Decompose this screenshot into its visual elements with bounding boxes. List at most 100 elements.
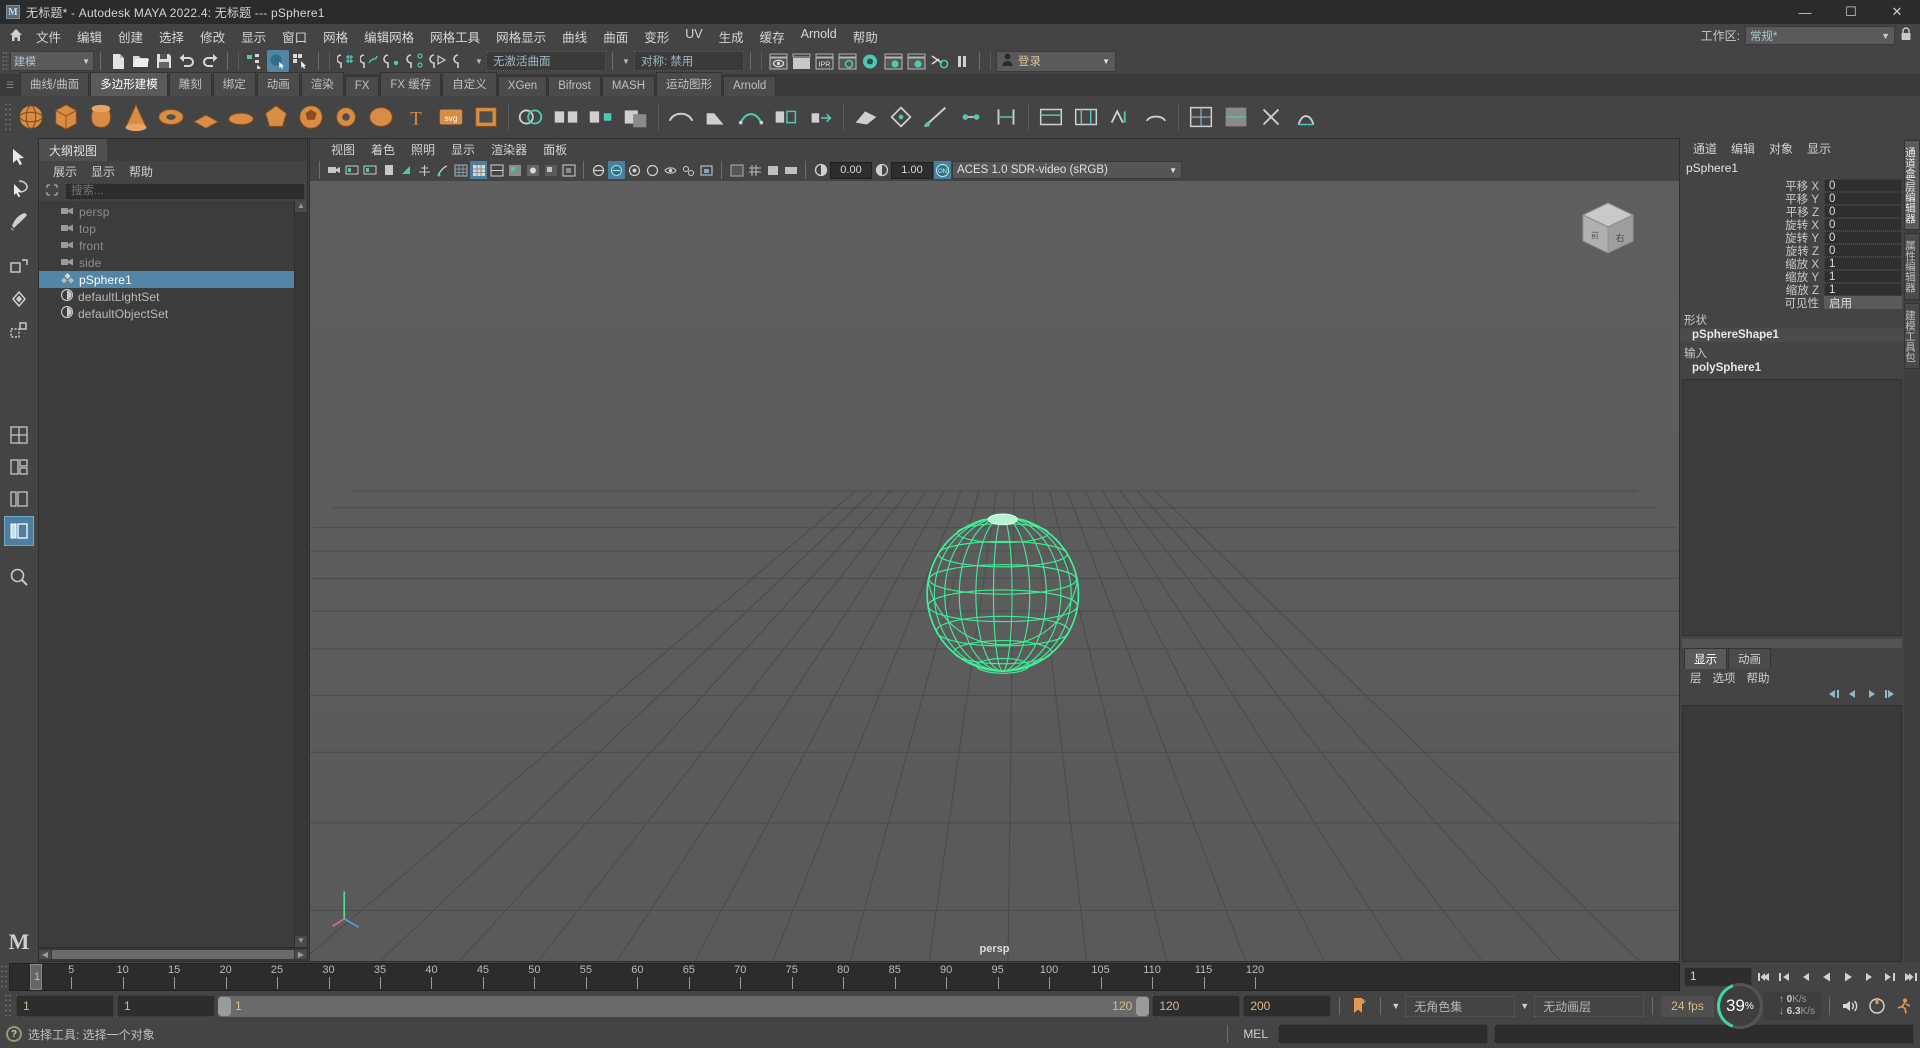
scale-tool[interactable] [4,316,34,346]
exposure-icon[interactable] [812,161,829,179]
menu-修改[interactable]: 修改 [192,24,233,49]
menu-变形[interactable]: 变形 [636,24,677,49]
channel-value[interactable]: 0 [1824,192,1902,205]
outliner-item-persp[interactable]: persp [39,203,294,220]
shelf-grip[interactable]: ☰ [6,80,18,91]
layer-list[interactable] [1682,705,1902,962]
run-up-icon[interactable] [1892,996,1916,1016]
viewport-toolbar-divider[interactable] [580,160,587,180]
range-start-handle[interactable] [218,996,231,1016]
channel-value[interactable]: 1 [1824,257,1902,270]
shelf-icon-multi-cut[interactable] [920,101,952,133]
lasso-select-tool[interactable] [4,174,34,204]
shelf-icon-poly-pipe[interactable] [470,101,502,133]
exposure-value[interactable]: 0.00 [830,161,872,179]
select-hierarchy-icon[interactable] [244,50,266,72]
shelf-icon-poly-cylinder[interactable] [85,101,117,133]
range-slider-grip[interactable] [4,993,13,1019]
scroll-right-icon[interactable]: ▶ [295,950,307,959]
menu-网格[interactable]: 网格 [315,24,356,49]
shelf-icon-separate[interactable] [550,101,582,133]
snap-view-plane-icon[interactable] [427,50,449,72]
animation-end-time-field[interactable]: 200 [1243,995,1332,1017]
layout-single-icon[interactable] [4,420,34,450]
viewport-menu-着色[interactable]: 着色 [364,140,402,159]
gamma-value[interactable]: 1.00 [891,161,933,179]
shelf-icon-crease[interactable] [1140,101,1172,133]
shelf-icon-append-poly[interactable] [770,101,802,133]
home-icon[interactable] [4,28,28,45]
move-tool[interactable] [4,252,34,282]
shelf-icon-poly-super-ellipse[interactable] [365,101,397,133]
anti-alias-icon[interactable] [608,161,625,179]
scroll-left-icon[interactable]: ◀ [39,950,51,959]
viewport-menu-视图[interactable]: 视图 [324,140,362,159]
shaded-wire-icon[interactable] [488,161,505,179]
outliner-item-side[interactable]: side [39,254,294,271]
layer-menu-帮助[interactable]: 帮助 [1743,670,1774,686]
screen-space-ao-icon[interactable] [560,161,577,179]
grid-toggle-icon[interactable] [416,161,433,179]
shelf-tab-曲线/曲面[interactable]: 曲线/曲面 [20,72,90,96]
channel-value[interactable]: 启用 [1824,296,1902,310]
depth-of-field-icon[interactable] [644,161,661,179]
rotate-tool[interactable] [4,284,34,314]
play-forwards-icon[interactable] [1838,967,1857,987]
open-file-icon[interactable] [130,50,152,72]
select-object-icon[interactable] [267,50,289,72]
shelf-tab-Arnold[interactable]: Arnold [723,76,777,96]
channel-box-scrollbar[interactable] [1682,639,1902,648]
new-file-icon[interactable] [107,50,129,72]
playback-speed-field[interactable]: 24 fps [1661,995,1714,1017]
animation-start-time-field[interactable]: 1 [16,995,114,1017]
outliner-menu-展示[interactable]: 展示 [47,162,83,181]
viewport-toolbar-grip[interactable] [316,160,323,180]
outliner-horizontal-scrollbar[interactable]: ◀ ▶ [39,947,307,961]
shelf-icon-uv-cut[interactable] [1255,101,1287,133]
filter-icon[interactable] [45,183,61,199]
gamma-icon[interactable] [873,161,890,179]
toggle-render-icon[interactable] [928,50,950,72]
menu-编辑网格[interactable]: 编辑网格 [356,24,422,49]
undo-icon[interactable] [176,50,198,72]
channelbox-menu-编辑[interactable]: 编辑 [1726,139,1760,158]
snap-point-icon[interactable] [381,50,403,72]
redo-icon[interactable] [199,50,221,72]
shelf-icon-poly-sphere[interactable] [15,101,47,133]
image-plane-icon[interactable] [380,161,397,179]
shelf-icon-poly-soccer-ball[interactable] [295,101,327,133]
shelf-icon-poly-svg[interactable]: svg [435,101,467,133]
shelf-tab-绑定[interactable]: 绑定 [212,72,256,96]
range-start-field[interactable]: 1 [117,995,215,1017]
chevron-down-icon-2[interactable]: ▼ [619,50,633,72]
viewport-menu-渲染器[interactable]: 渲染器 [484,140,534,159]
shelf-icon-combine[interactable] [515,101,547,133]
scroll-down-icon[interactable]: ▼ [295,936,307,947]
xray-joints-icon[interactable] [680,161,697,179]
layout-two-pane-icon[interactable] [4,452,34,482]
viewport-menu-显示[interactable]: 显示 [444,140,482,159]
shelf-tab-FX[interactable]: FX [344,76,380,96]
toolbar-divider-5[interactable] [747,51,754,71]
menu-生成[interactable]: 生成 [711,24,752,49]
outliner-persp-layout-icon[interactable] [4,516,34,546]
shelf-icon-poly-plane[interactable] [190,101,222,133]
camera-attributes-icon[interactable] [344,161,361,179]
shelf-icon-poly-type[interactable]: T [400,101,432,133]
toolbar-divider-3[interactable] [315,51,322,71]
scroll-up-icon[interactable]: ▲ [295,201,307,212]
step-forward-frame-icon[interactable] [1859,967,1878,987]
select-tool[interactable] [4,142,34,172]
input-node-name[interactable]: polySphere1 [1680,361,1904,375]
select-component-icon[interactable] [290,50,312,72]
menu-缓存[interactable]: 缓存 [752,24,793,49]
toolbar-grip[interactable] [2,51,9,71]
outliner-item-defaultLightSet[interactable]: defaultLightSet [39,288,294,305]
channel-value[interactable]: 1 [1824,270,1902,283]
shelf-tab-动画[interactable]: 动画 [256,72,300,96]
isolate-select-icon[interactable] [728,161,745,179]
shelf-tab-多边形建模[interactable]: 多边形建模 [90,72,168,96]
grid-display-icon[interactable] [746,161,763,179]
command-output[interactable] [1494,1024,1914,1044]
chevron-down-icon[interactable]: ▼ [1389,1001,1402,1011]
